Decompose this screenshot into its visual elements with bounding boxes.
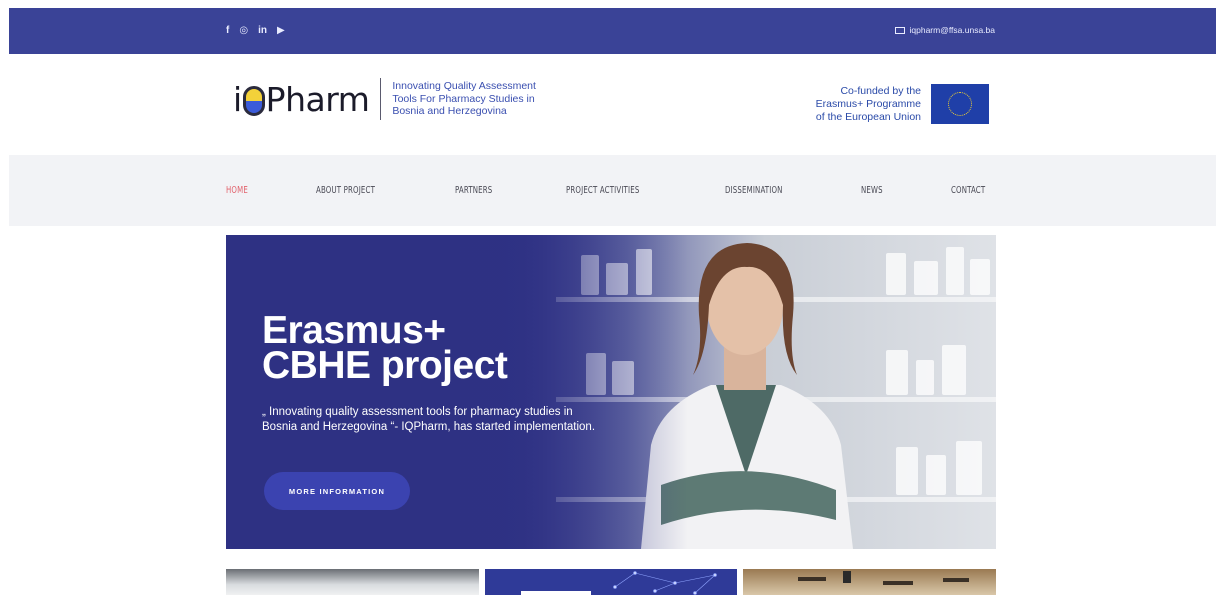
nav-news[interactable]: NEWS xyxy=(861,185,883,196)
logo-divider xyxy=(380,78,382,120)
pill-q-icon xyxy=(242,85,265,116)
site-header: i Pharm Innovating Quality Assessment Too… xyxy=(9,54,1216,155)
eu-funding-badge: Co-funded by the Erasmus+ Programme of t… xyxy=(816,84,989,124)
eu-funding-text: Co-funded by the Erasmus+ Programme of t… xyxy=(815,84,921,123)
ceiling-lights-graphic xyxy=(798,571,969,585)
nav-partners[interactable]: PARTNERS xyxy=(455,185,492,196)
email-link[interactable]: iqpharm@ffsa.unsa.ba xyxy=(894,25,996,35)
nav-dissemination[interactable]: DISSEMINATION xyxy=(725,185,783,196)
logo-tagline: Innovating Quality Assessment Tools For … xyxy=(392,80,536,118)
instagram-icon[interactable]: ◎ xyxy=(239,25,248,37)
news-card-3-image[interactable] xyxy=(743,569,996,595)
iqpharm-logo[interactable]: i Pharm Innovating Quality Assessment Too… xyxy=(233,78,592,120)
nav-project-activities[interactable]: PROJECT ACTIVITIES xyxy=(566,185,639,196)
hero-title: Erasmus+ CBHE project xyxy=(262,309,508,387)
linkedin-icon[interactable]: in xyxy=(258,25,267,37)
nav-home[interactable]: HOME xyxy=(226,185,248,196)
eu-flag-icon xyxy=(931,84,989,124)
hero-banner: Erasmus+ CBHE project „ Innovating quali… xyxy=(226,235,996,549)
top-bar: f ◎ in ▶ iqpharm@ffsa.unsa.ba xyxy=(9,8,1216,54)
facebook-icon[interactable]: f xyxy=(226,25,229,37)
nav-contact[interactable]: CONTACT xyxy=(951,185,985,196)
news-card-2-image[interactable] xyxy=(485,569,737,595)
youtube-icon[interactable]: ▶ xyxy=(277,25,285,37)
hero-description: „ Innovating quality assessment tools fo… xyxy=(262,406,596,433)
nav-about-project[interactable]: ABOUT PROJECT xyxy=(316,185,375,196)
email-text[interactable]: iqpharm@ffsa.unsa.ba xyxy=(910,25,996,35)
more-information-button[interactable]: MORE INFORMATION xyxy=(264,472,410,510)
logo-wordmark: i Pharm xyxy=(233,79,370,119)
news-card-1-image[interactable] xyxy=(226,569,479,595)
network-graphic xyxy=(521,571,717,595)
main-navigation: HOME ABOUT PROJECT PARTNERS PROJECT ACTI… xyxy=(9,155,1216,226)
mail-icon xyxy=(894,26,905,34)
social-links: f ◎ in ▶ xyxy=(226,25,285,37)
